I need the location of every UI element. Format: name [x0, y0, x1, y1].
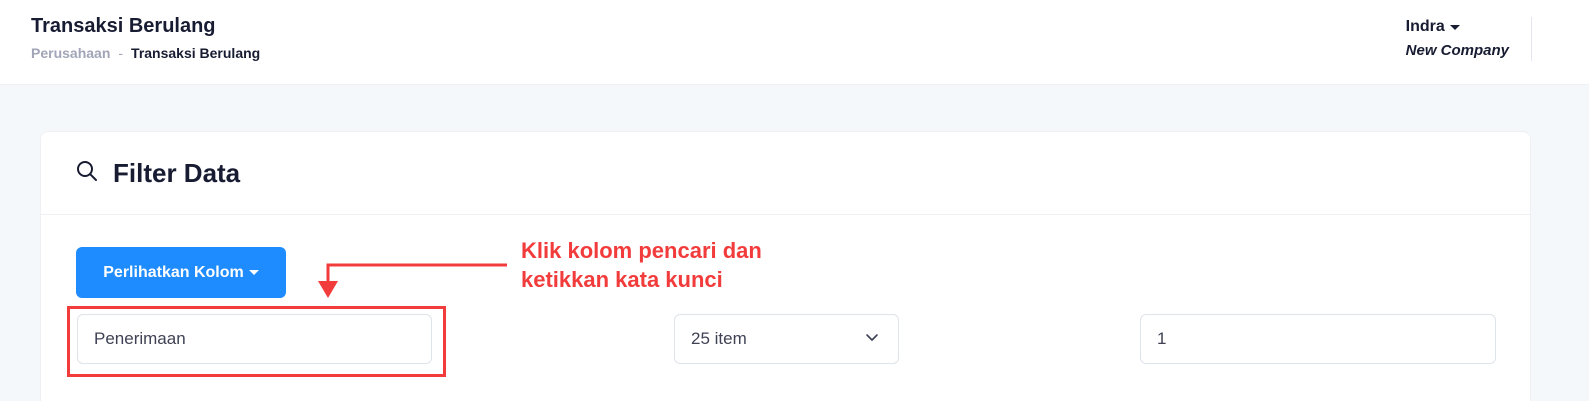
user-menu[interactable]: Indra New Company [1406, 18, 1509, 59]
header-divider [1531, 17, 1532, 61]
chevron-down-icon [864, 329, 880, 350]
per-page-select[interactable]: 25 item [674, 314, 899, 364]
page-number-input[interactable] [1157, 329, 1495, 349]
breadcrumb-separator: - [118, 45, 124, 61]
top-header: Transaksi Berulang Perusahaan - Transaks… [0, 0, 1589, 85]
page-number-field[interactable] [1140, 314, 1496, 364]
breadcrumb-current: Transaksi Berulang [131, 45, 261, 61]
caret-down-icon [1449, 24, 1460, 30]
show-columns-label: Perlihatkan Kolom [103, 263, 244, 281]
filter-card-title: Filter Data [113, 157, 241, 188]
user-name: Indra [1405, 18, 1445, 35]
filter-card-header: Filter Data [41, 132, 1530, 215]
filter-card: Filter Data Perlihatkan Kolom 25 item [40, 131, 1531, 401]
show-columns-button[interactable]: Perlihatkan Kolom [76, 247, 286, 298]
caret-down-icon [248, 270, 259, 275]
breadcrumb: Perusahaan - Transaksi Berulang [31, 45, 260, 61]
breadcrumb-parent[interactable]: Perusahaan [31, 45, 110, 61]
company-name: New Company [1405, 42, 1509, 59]
user-dropdown-toggle[interactable]: Indra [1406, 18, 1509, 36]
search-input[interactable] [94, 329, 431, 349]
per-page-value: 25 item [691, 329, 747, 348]
page-title: Transaksi Berulang [31, 15, 216, 37]
search-icon [75, 159, 99, 188]
search-field[interactable] [77, 314, 432, 364]
annotation-text: Klik kolom pencari dan ketikkan kata kun… [521, 238, 762, 292]
